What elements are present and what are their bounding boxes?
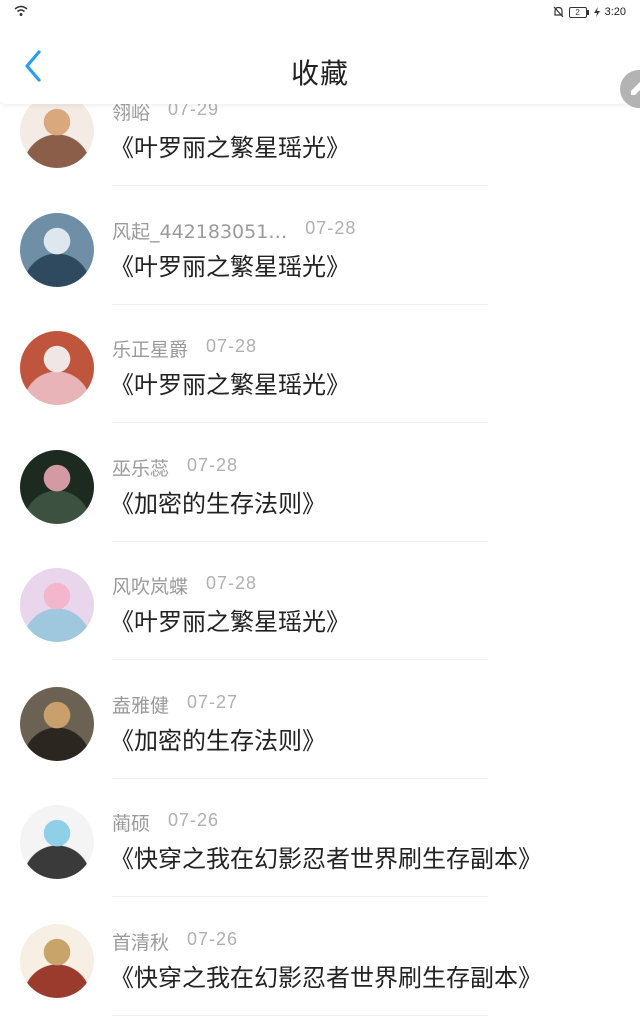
item-date: 07-28 bbox=[206, 336, 258, 356]
book-title: 《叶罗丽之繁星瑶光》 bbox=[110, 134, 350, 162]
item-date: 07-28 bbox=[206, 573, 258, 593]
list-item[interactable]: 盍雅健 07-27 《加密的生存法则》 bbox=[0, 661, 640, 779]
avatar[interactable] bbox=[20, 568, 94, 642]
list-item[interactable]: 首清秋 07-26 《快穿之我在幻影忍者世界刷生存副本》 bbox=[0, 898, 640, 1016]
book-title: 《快穿之我在幻影忍者世界刷生存副本》 bbox=[110, 845, 542, 873]
wifi-icon bbox=[14, 5, 28, 16]
list-item[interactable]: 风起_442183051… 07-28 《叶罗丽之繁星瑶光》 bbox=[0, 187, 640, 305]
user-name: 风吹岚蝶 bbox=[112, 576, 189, 598]
charging-icon bbox=[593, 7, 600, 17]
item-date: 07-27 bbox=[187, 691, 239, 712]
book-title: 《加密的生存法则》 bbox=[110, 489, 326, 518]
book-title: 《加密的生存法则》 bbox=[110, 726, 326, 755]
avatar[interactable] bbox=[20, 686, 94, 761]
item-date: 07-26 bbox=[168, 810, 220, 830]
app-screen: 2 3:20 收藏 翎峪 07-29 《叶罗丽之繁星瑶光》 风起_442183051…… bbox=[0, 0, 640, 1024]
status-time: 3:20 bbox=[604, 6, 626, 18]
mute-icon bbox=[553, 6, 564, 18]
navigation-header: 收藏 bbox=[0, 24, 640, 104]
status-bar: 2 3:20 bbox=[0, 0, 640, 24]
book-title: 《叶罗丽之繁星瑶光》 bbox=[110, 371, 350, 399]
user-name: 首清秋 bbox=[112, 931, 170, 954]
page-title: 收藏 bbox=[290, 57, 349, 90]
list-item[interactable]: 风吹岚蝶 07-28 《叶罗丽之繁星瑶光》 bbox=[0, 542, 640, 660]
user-name: 巫乐蕊 bbox=[112, 457, 170, 480]
user-name: 盍雅健 bbox=[112, 694, 170, 717]
avatar[interactable] bbox=[20, 449, 94, 524]
status-right: 2 3:20 bbox=[553, 4, 626, 20]
battery-icon: 2 bbox=[568, 6, 589, 18]
list-item[interactable]: 乐正星爵 07-28 《叶罗丽之繁星瑶光》 bbox=[0, 305, 640, 423]
book-title: 《快穿之我在幻影忍者世界刷生存副本》 bbox=[110, 963, 542, 992]
user-name: 蔺硕 bbox=[112, 813, 151, 835]
avatar[interactable] bbox=[20, 331, 94, 405]
avatar[interactable] bbox=[20, 805, 94, 879]
avatar[interactable] bbox=[20, 212, 94, 287]
list-item[interactable]: 巫乐蕊 07-28 《加密的生存法则》 bbox=[0, 424, 640, 542]
user-name: 乐正星爵 bbox=[112, 339, 189, 361]
item-date: 07-28 bbox=[187, 454, 239, 475]
divider bbox=[112, 1014, 488, 1016]
avatar[interactable] bbox=[20, 923, 94, 998]
pencil-icon bbox=[631, 82, 640, 95]
avatar[interactable] bbox=[20, 94, 94, 168]
list-item[interactable]: 蔺硕 07-26 《快穿之我在幻影忍者世界刷生存副本》 bbox=[0, 779, 640, 897]
item-date: 07-26 bbox=[187, 928, 239, 949]
book-title: 《叶罗丽之繁星瑶光》 bbox=[110, 608, 350, 636]
item-date: 07-28 bbox=[305, 217, 357, 238]
user-name: 风起_442183051… bbox=[112, 220, 288, 243]
book-title: 《叶罗丽之繁星瑶光》 bbox=[110, 252, 350, 281]
